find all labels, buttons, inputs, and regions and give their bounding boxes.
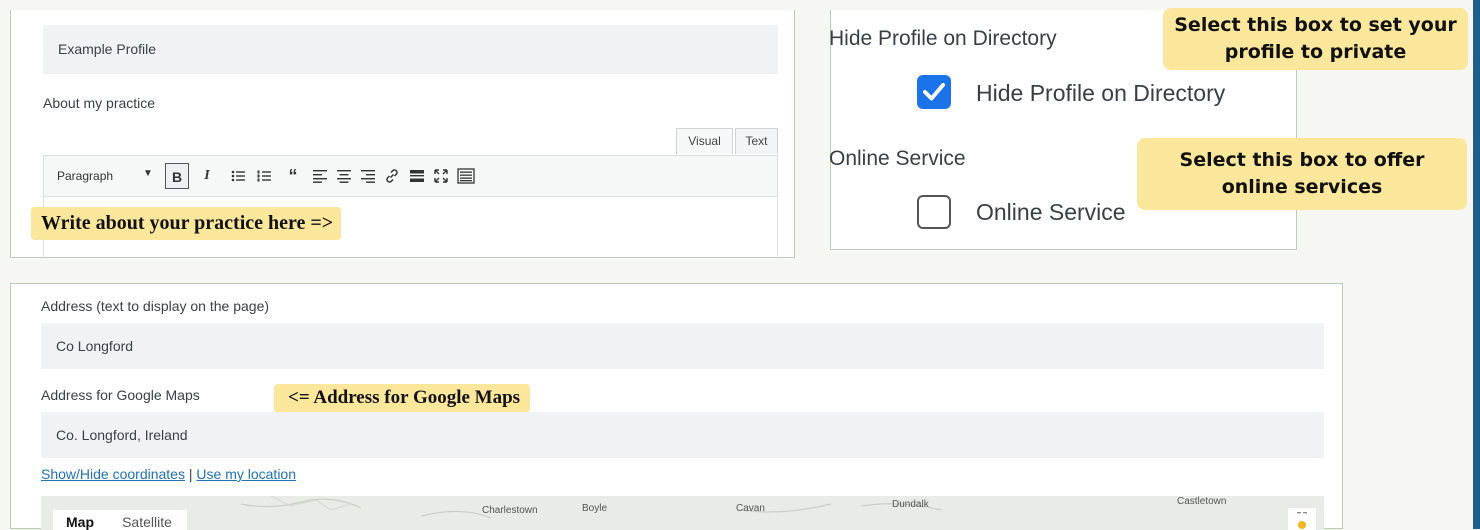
align-left-icon[interactable] [308, 163, 332, 189]
editor-toolbar: Paragraph ▼ B I “ [43, 155, 778, 197]
right-edge-bar [1473, 0, 1480, 529]
address-panel: Address (text to display on the page) Co… [10, 283, 1343, 530]
address-maps-label: Address for Google Maps [41, 387, 200, 403]
map-place-label: Charlestown [482, 505, 538, 516]
address-display-label: Address (text to display on the page) [41, 298, 270, 314]
street-view-pegman-icon[interactable] [1288, 508, 1316, 530]
map-place-label: Cavan [736, 503, 765, 514]
numbered-list-icon[interactable] [252, 163, 276, 189]
google-map[interactable]: Map Satellite Charlestown Boyle Cavan Du… [41, 496, 1324, 530]
chevron-down-icon: ▼ [143, 168, 153, 179]
about-practice-label: About my practice [43, 95, 156, 111]
profile-name-input[interactable]: Example Profile [43, 25, 778, 74]
map-type-map-button[interactable]: Map [53, 510, 107, 530]
read-more-icon[interactable] [405, 163, 429, 189]
link-icon[interactable] [380, 163, 404, 189]
callout-private: Select this box to set your profile to p… [1163, 8, 1468, 70]
callout-google-maps: <= Address for Google Maps [274, 384, 531, 413]
map-place-label: Dundalk [892, 499, 929, 510]
italic-icon[interactable]: I [195, 163, 219, 189]
format-select[interactable]: Paragraph ▼ [49, 165, 161, 187]
format-select-value: Paragraph [57, 169, 114, 183]
hide-profile-label: Hide Profile on Directory [976, 80, 1226, 106]
profile-name-value: Example Profile [58, 41, 157, 57]
bold-icon[interactable]: B [165, 163, 189, 189]
show-hide-coordinates-link[interactable]: Show/Hide coordinates [41, 466, 185, 482]
callout-write-about: Write about your practice here => [31, 207, 342, 240]
online-service-heading: Online Service [829, 147, 966, 170]
address-maps-input[interactable]: Co. Longford, Ireland [41, 412, 1324, 458]
link-separator: | [188, 466, 193, 482]
tab-visual[interactable]: Visual [676, 128, 733, 154]
blockquote-icon[interactable]: “ [281, 163, 305, 189]
use-my-location-link[interactable]: Use my location [196, 466, 296, 482]
hide-profile-heading: Hide Profile on Directory [829, 27, 1057, 50]
online-service-checkbox[interactable] [917, 195, 951, 229]
checkmark-icon [923, 83, 945, 101]
callout-online: Select this box to offer online services [1137, 138, 1467, 210]
bullet-list-icon[interactable] [226, 163, 250, 189]
fullscreen-icon[interactable] [429, 163, 453, 189]
address-display-input[interactable]: Co Longford [41, 323, 1324, 369]
profile-editor-panel: Example Profile About my practice Visual… [10, 10, 795, 258]
coordinate-links: Show/Hide coordinates | Use my location [41, 466, 296, 482]
map-terrain [240, 496, 942, 519]
map-place-label: Castletown [1177, 496, 1227, 507]
online-service-label: Online Service [976, 199, 1126, 225]
map-place-label: Boyle [582, 503, 608, 514]
address-display-value: Co Longford [56, 338, 134, 354]
address-maps-value: Co. Longford, Ireland [56, 427, 188, 443]
align-center-icon[interactable] [332, 163, 356, 189]
map-type-satellite-button[interactable]: Satellite [107, 510, 187, 530]
tab-text[interactable]: Text [735, 128, 778, 154]
toolbar-toggle-icon[interactable] [454, 163, 478, 189]
hide-profile-checkbox[interactable] [917, 75, 951, 109]
align-right-icon[interactable] [356, 163, 380, 189]
